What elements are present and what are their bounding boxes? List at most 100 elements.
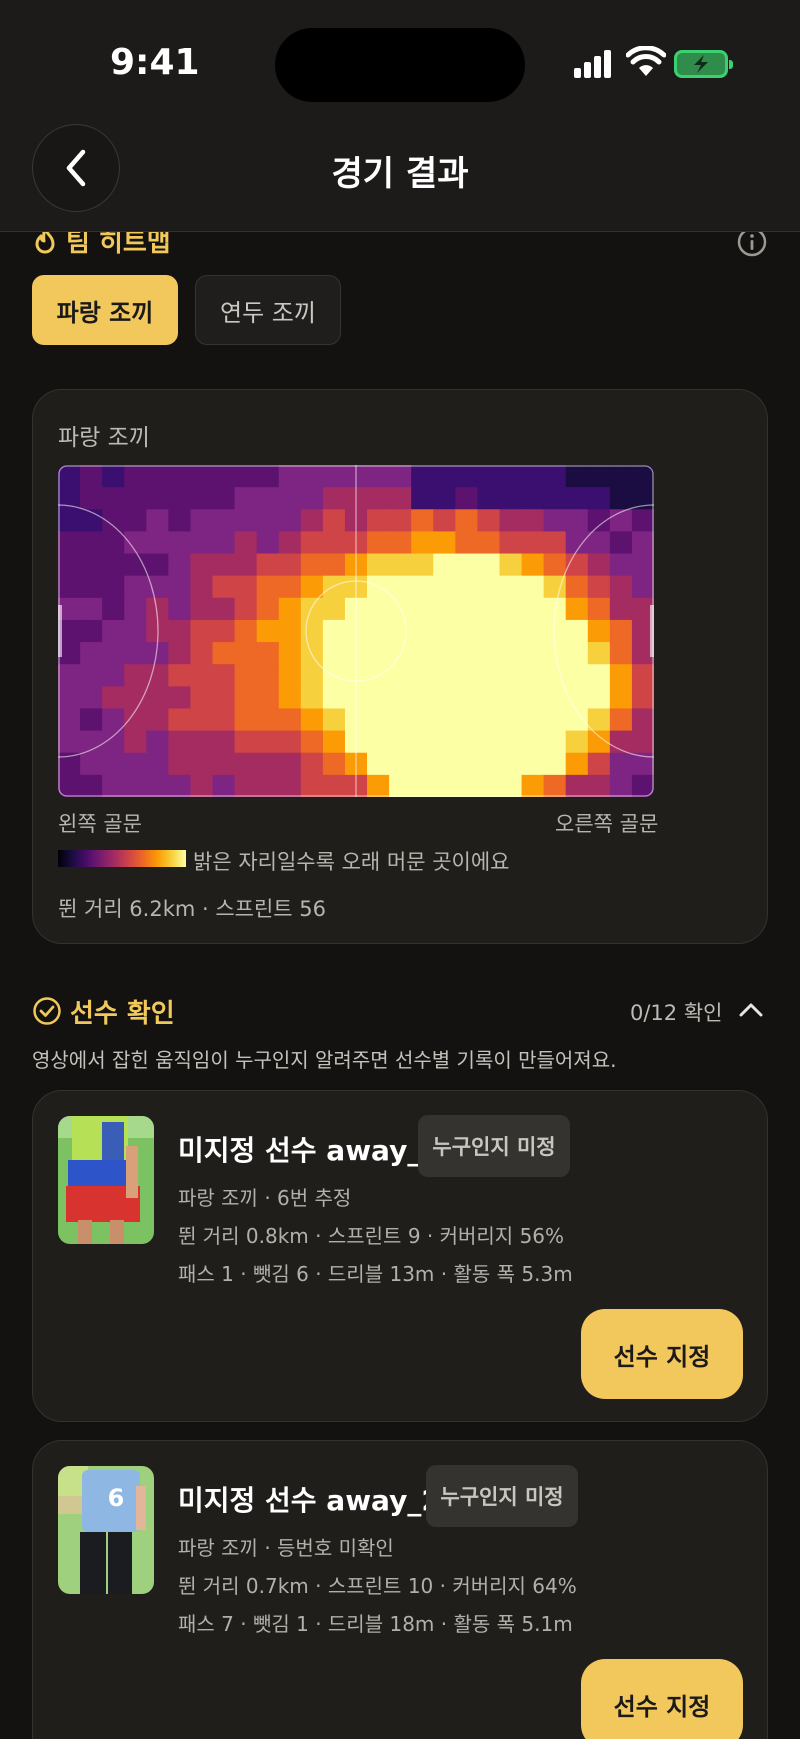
heatmap-cell [587, 619, 611, 643]
heatmap-cell [124, 465, 147, 488]
heatmap-cell [367, 553, 390, 577]
players-section-header: 선수 확인 [32, 991, 175, 1031]
heatmap-cell [543, 708, 567, 732]
tab-blue-vest[interactable]: 파랑 조끼 [32, 275, 178, 345]
heatmap-cell [322, 642, 346, 665]
heatmap-cell [146, 487, 169, 510]
heatmap-cell [212, 509, 236, 532]
heatmap-cell [521, 465, 545, 488]
heatmap-cell [212, 531, 236, 555]
player-thumbnail: 6 [58, 1466, 154, 1594]
heatmap-cell [278, 686, 302, 710]
left-goal-label: 왼쪽 골문 [58, 812, 142, 836]
heatmap-cell [212, 686, 236, 710]
heatmap-cell [433, 686, 456, 710]
heatmap-cell [80, 531, 103, 555]
heatmap-cell [102, 686, 125, 710]
player-stats-line: 뛴 거리 0.8km · 스프린트 9 · 커버리지 56% [178, 1224, 565, 1248]
heatmap-cell [146, 509, 169, 532]
heatmap-cell [609, 597, 633, 621]
heatmap-cell [631, 664, 654, 687]
heatmap-cell [80, 619, 103, 643]
heatmap-cell [234, 730, 258, 754]
heatmap-cell [389, 553, 412, 577]
heatmap-cell [300, 487, 324, 510]
heatmap-cell [521, 553, 545, 577]
heatmap-cell [256, 487, 280, 510]
heatmap-cell [256, 752, 280, 776]
heatmap-cell [322, 575, 346, 599]
heatmap-cell [631, 686, 654, 710]
heatmap-cell [168, 774, 192, 797]
confirm-count: 0/12 확인 [630, 1001, 723, 1025]
heatmap-cell [300, 642, 324, 665]
heatmap-cell [124, 575, 147, 599]
heatmap-cell [609, 752, 633, 776]
heatmap-cell [499, 509, 523, 532]
player-stats-line: 뛴 거리 0.7km · 스프린트 10 · 커버리지 64% [178, 1574, 577, 1598]
heatmap-cell [631, 575, 654, 599]
heatmap-cell [146, 708, 169, 732]
heatmap-cell [389, 774, 412, 797]
heatmap-cell [411, 774, 434, 797]
heatmap-cell [587, 509, 611, 532]
svg-text:6: 6 [108, 1484, 125, 1512]
heatmap-cell [521, 752, 545, 776]
heatmap-cell [146, 686, 169, 710]
heatmap-cell [499, 531, 523, 555]
heatmap-cell [322, 597, 346, 621]
heatmap-cell [58, 708, 81, 732]
heatmap-cell [477, 487, 501, 510]
heatmap-cell [234, 509, 258, 532]
heatmap-cell [455, 553, 478, 577]
assign-player-button[interactable]: 선수 지정 [581, 1309, 743, 1399]
heatmap-cell [102, 597, 125, 621]
heatmap-cell [102, 487, 125, 510]
heatmap-cell [367, 774, 390, 797]
heatmap-cell [58, 686, 81, 710]
heatmap-cell [80, 752, 103, 776]
heatmap-pitch [58, 465, 654, 797]
assign-player-button[interactable]: 선수 지정 [581, 1659, 743, 1739]
heatmap-cell [322, 686, 346, 710]
chevron-up-icon[interactable] [738, 998, 764, 1022]
heatmap-cell [411, 487, 434, 510]
heatmap-cell [367, 509, 390, 532]
heatmap-cell [367, 531, 390, 555]
heatmap-cell [212, 642, 236, 665]
heatmap-cell [278, 465, 302, 488]
heatmap-cell [256, 619, 280, 643]
heatmap-cell [411, 642, 434, 665]
heatmap-cell [256, 465, 280, 488]
heatmap-cell [146, 664, 169, 687]
heatmap-cell [433, 708, 456, 732]
heatmap-cell [322, 619, 346, 643]
heatmap-cell [58, 531, 81, 555]
heatmap-cell [565, 752, 589, 776]
wifi-icon [626, 46, 666, 76]
heatmap-cell [389, 509, 412, 532]
battery-charging-icon [674, 50, 733, 78]
check-circle-icon [33, 997, 61, 1025]
heatmap-cell [609, 487, 633, 510]
heatmap-cell [278, 664, 302, 687]
heatmap-cell [300, 509, 324, 532]
tab-green-vest[interactable]: 연두 조끼 [195, 275, 341, 345]
heatmap-cell [499, 664, 523, 687]
heatmap-cell [256, 575, 280, 599]
heatmap-cell [190, 642, 214, 665]
top-nav-bar: 경기 결과 [0, 120, 800, 232]
goal-marker [58, 605, 62, 657]
cellular-signal-icon [574, 50, 614, 78]
heatmap-cell [433, 553, 456, 577]
heatmap-cell [609, 465, 633, 488]
heatmap-cell [609, 708, 633, 732]
heatmap-cell [477, 642, 501, 665]
heatmap-cell [389, 531, 412, 555]
heatmap-cell [212, 553, 236, 577]
heatmap-cell [322, 531, 346, 555]
heatmap-cell [455, 465, 478, 488]
heatmap-cell [168, 642, 192, 665]
heatmap-cell [58, 575, 81, 599]
heatmap-cell [168, 619, 192, 643]
